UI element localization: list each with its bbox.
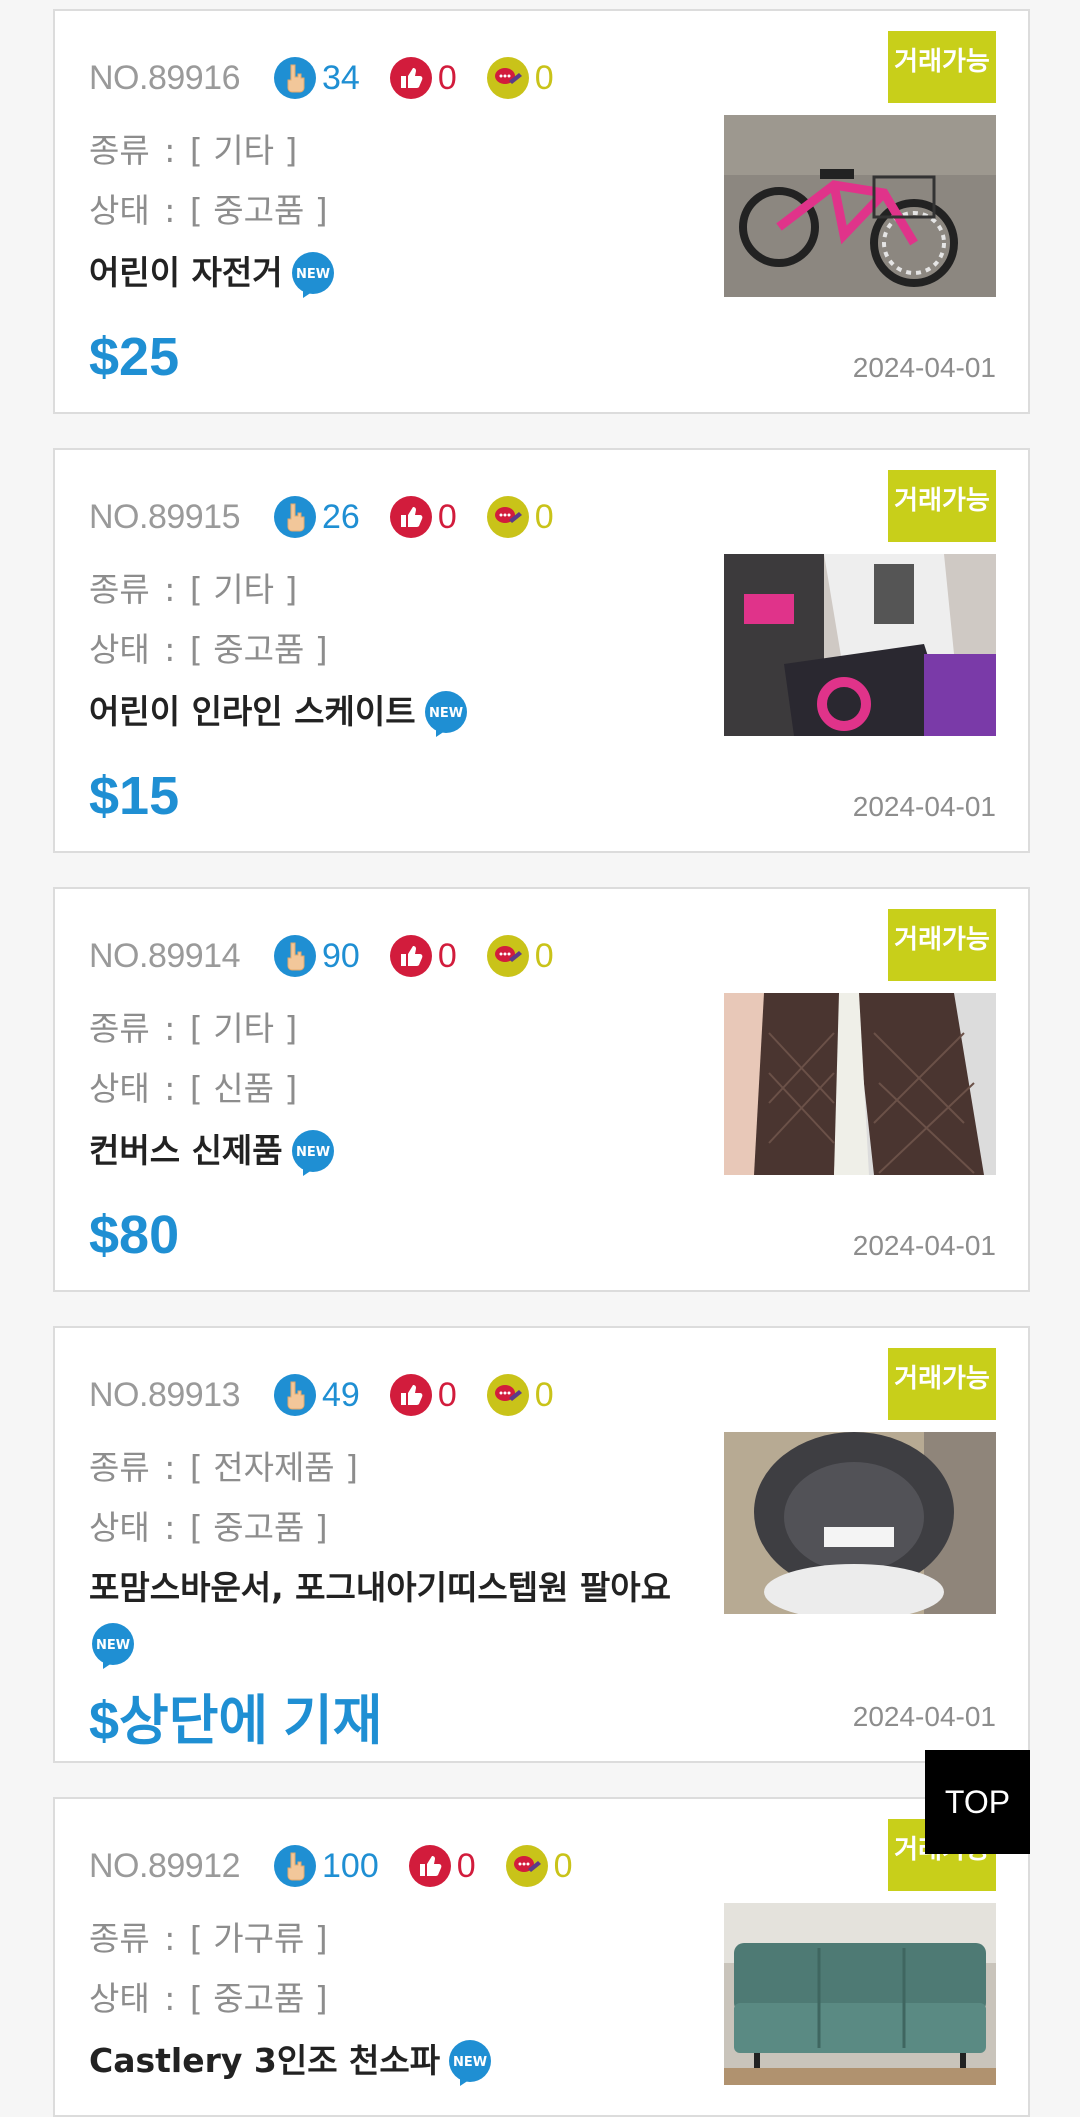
listing-price: $15 (89, 766, 180, 826)
status-badge: 거래가능 (888, 1348, 996, 1420)
comment-count: 0 (486, 1374, 554, 1416)
listing-title[interactable]: Castlery 3인조 천소파 NEW (89, 2033, 699, 2089)
pointer-hand-icon (274, 496, 316, 538)
category-value: [ 전자제품 ] (189, 1448, 359, 1487)
listing-card[interactable]: NO.89913 49 0 0 종류 : [ 전자제품 ] 상태 : [중고품… (53, 1326, 1030, 1763)
like-count: 0 (389, 57, 457, 99)
listing-number: NO.89916 (89, 58, 241, 97)
condition-line: 상태 : [ 중고품 ] (89, 630, 328, 669)
view-count: 100 (274, 1845, 379, 1887)
comment-count: 0 (486, 935, 554, 977)
view-count: 26 (274, 496, 360, 538)
category-line: 종류 : [ 가구류 ] (89, 1919, 328, 1958)
listing-card[interactable]: NO.89916 34 0 0 종류 : [ 기타 ] 상태 : [중고품]… (53, 9, 1030, 414)
comment-count: 0 (505, 1845, 573, 1887)
listing-number: NO.89914 (89, 936, 241, 975)
condition-value: [ 중고품 ] (189, 630, 328, 669)
condition-line: 상태 : [ 중고품 ] (89, 1979, 328, 2018)
listing-title[interactable]: 포맘스바운서, 포그내아기띠스텝원 팔아요 NEW (89, 1560, 699, 1672)
view-count: 34 (274, 57, 360, 99)
inline-skate-photo[interactable] (724, 554, 996, 736)
category-line: 종류 : [ 기타 ] (89, 1009, 298, 1048)
comment-count: 0 (486, 496, 554, 538)
listing-feed: NO.89916 34 0 0 종류 : [ 기타 ] 상태 : [중고품]… (0, 0, 1080, 2117)
category-value: [ 기타 ] (189, 131, 298, 170)
listing-card[interactable]: NO.89915 26 0 0 종류 : [ 기타 ] 상태 : [중고품]… (53, 448, 1030, 853)
listing-date: 2024-04-01 (852, 1230, 996, 1261)
new-badge-icon: NEW (89, 1622, 137, 1670)
category-value: [ 기타 ] (189, 570, 298, 609)
new-badge-icon: NEW (422, 690, 470, 738)
condition-line: 상태 : [ 중고품 ] (89, 1508, 328, 1547)
sofa-photo[interactable] (724, 1903, 996, 2085)
condition-value: [ 중고품 ] (189, 191, 328, 230)
chat-bubble-icon (486, 57, 529, 99)
like-count: 0 (389, 496, 457, 538)
category-line: 종류 : [ 기타 ] (89, 131, 298, 170)
listing-meta: NO.89916 34 0 0 (89, 56, 584, 100)
new-badge-icon: NEW (289, 1129, 337, 1177)
like-count: 0 (389, 935, 457, 977)
status-badge: 거래가능 (888, 470, 996, 542)
svg-text:NEW: NEW (429, 706, 463, 721)
category-value: [ 기타 ] (189, 1009, 298, 1048)
svg-text:NEW: NEW (296, 267, 330, 282)
baby-bouncer-photo[interactable] (724, 1432, 996, 1614)
thumbs-up-icon (389, 57, 432, 99)
listing-date: 2024-04-01 (852, 352, 996, 383)
svg-text:NEW: NEW (453, 2055, 487, 2070)
listing-price: $80 (89, 1205, 180, 1265)
pointer-hand-icon (274, 1374, 316, 1416)
listing-price: $상단에 기재 (89, 1691, 383, 1751)
listing-meta: NO.89912 100 0 0 (89, 1844, 603, 1888)
bicycle-photo[interactable] (724, 115, 996, 297)
svg-text:NEW: NEW (96, 1638, 130, 1653)
view-count: 90 (274, 935, 360, 977)
chat-bubble-icon (486, 935, 529, 977)
thumbs-up-icon (389, 1374, 432, 1416)
listing-meta: NO.89915 26 0 0 (89, 495, 584, 539)
category-value: [ 가구류 ] (189, 1919, 328, 1958)
condition-value: [ 중고품 ] (189, 1979, 328, 2018)
chat-bubble-icon (486, 1374, 529, 1416)
category-line: 종류 : [ 전자제품 ] (89, 1448, 359, 1487)
new-badge-icon: NEW (289, 251, 337, 299)
shoe-sole-photo[interactable] (724, 993, 996, 1175)
pointer-hand-icon (274, 1845, 316, 1887)
svg-text:NEW: NEW (296, 1145, 330, 1160)
listing-number: NO.89913 (89, 1375, 241, 1414)
listing-title[interactable]: 컨버스 신제품 NEW (89, 1123, 699, 1179)
listing-title[interactable]: 어린이 자전거 NEW (89, 245, 699, 301)
condition-line: 상태 : [ 신품 ] (89, 1069, 298, 1108)
comment-count: 0 (486, 57, 554, 99)
listing-meta: NO.89914 90 0 0 (89, 934, 584, 978)
condition-line: 상태 : [ 중고품 ] (89, 191, 328, 230)
listing-date: 2024-04-01 (852, 1701, 996, 1732)
thumbs-up-icon (408, 1845, 451, 1887)
status-badge: 거래가능 (888, 909, 996, 981)
listing-title[interactable]: 어린이 인라인 스케이트 NEW (89, 684, 699, 740)
listing-price: $25 (89, 327, 180, 387)
condition-value: [ 중고품 ] (189, 1508, 328, 1547)
listing-date: 2024-04-01 (852, 791, 996, 822)
pointer-hand-icon (274, 935, 316, 977)
thumbs-up-icon (389, 935, 432, 977)
listing-card[interactable]: NO.89912 100 0 0 종류 : [ 가구류 ] 상태 : [중고품… (53, 1797, 1030, 2117)
chat-bubble-icon (505, 1845, 548, 1887)
scroll-to-top-button[interactable]: TOP (925, 1750, 1030, 1854)
listing-number: NO.89912 (89, 1846, 241, 1885)
status-badge: 거래가능 (888, 31, 996, 103)
condition-value: [ 신품 ] (189, 1069, 298, 1108)
listing-meta: NO.89913 49 0 0 (89, 1373, 584, 1417)
view-count: 49 (274, 1374, 360, 1416)
pointer-hand-icon (274, 57, 316, 99)
listing-number: NO.89915 (89, 497, 241, 536)
listing-card[interactable]: NO.89914 90 0 0 종류 : [ 기타 ] 상태 : [신품] … (53, 887, 1030, 1292)
new-badge-icon: NEW (446, 2039, 494, 2087)
chat-bubble-icon (486, 496, 529, 538)
like-count: 0 (389, 1374, 457, 1416)
thumbs-up-icon (389, 496, 432, 538)
category-line: 종류 : [ 기타 ] (89, 570, 298, 609)
like-count: 0 (408, 1845, 476, 1887)
